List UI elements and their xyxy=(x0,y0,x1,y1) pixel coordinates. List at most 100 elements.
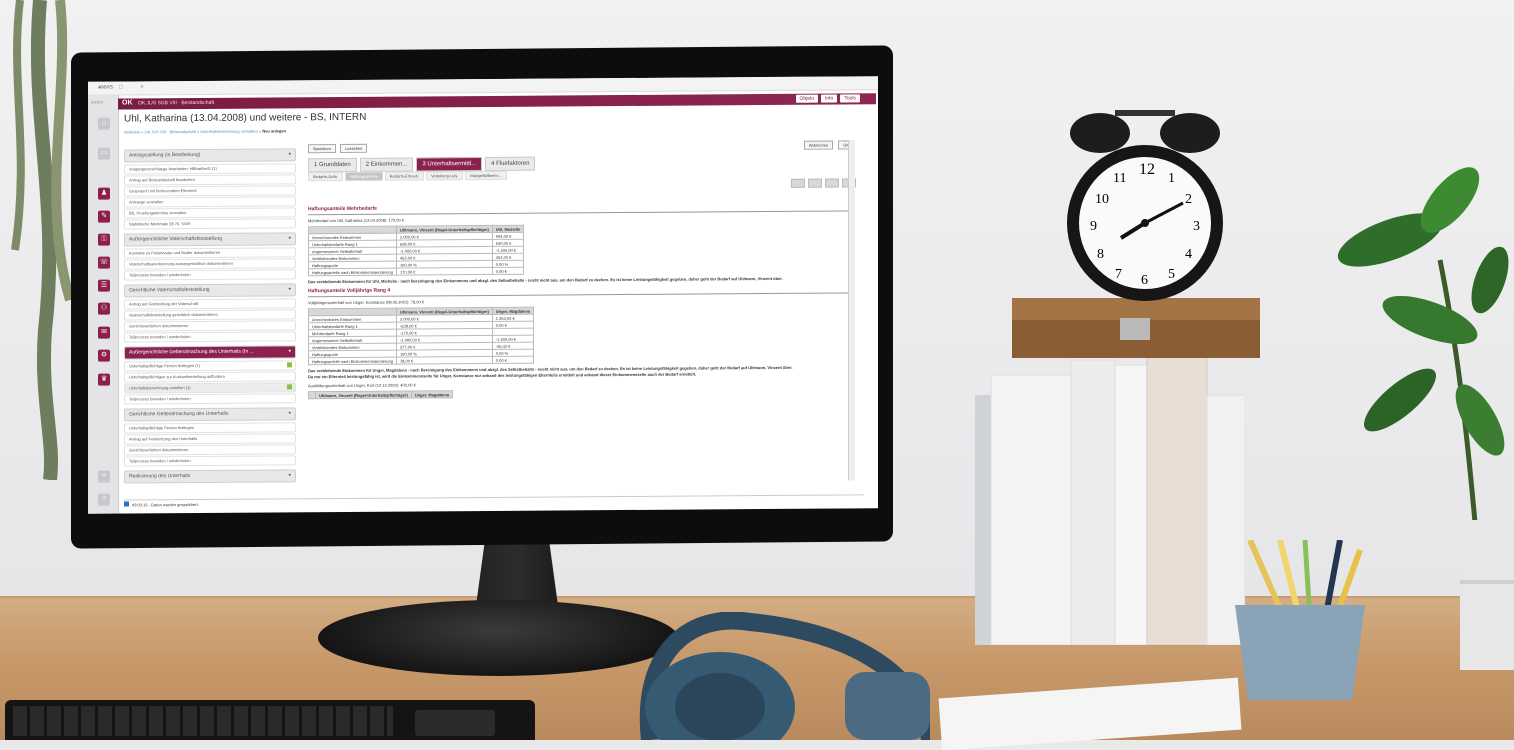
list-item[interactable]: Kontakte zu Putativvater und Mutter doku… xyxy=(124,247,296,259)
contacts-icon[interactable]: ☰ xyxy=(98,279,110,292)
export-icon[interactable] xyxy=(825,178,839,188)
chevron-down-icon: ▾ xyxy=(288,348,291,355)
top-buttons: Speichern Loeschen xyxy=(308,143,368,154)
section-title: Gerichtliche Geltendmachung des Unterhal… xyxy=(129,410,229,418)
breadcrumb-current: Neu anlegen xyxy=(262,128,287,134)
list-item[interactable]: Teilprozess beenden / wiederholen xyxy=(124,455,296,467)
monitor-screen: ANVIS – □ × ANVIS ⌂ ▭ ♟ ✎ ⚿ ☏ ☰ ⚇ ✉ ⚙ ♛ … xyxy=(88,76,878,514)
info-button[interactable]: Info xyxy=(820,94,838,103)
tab-unterhaltsermittlung[interactable]: 3 Unterhaltsermittl... xyxy=(416,157,483,172)
tab-einkommen[interactable]: 2 Einkommen... xyxy=(359,157,414,172)
breadcrumb[interactable]: Infoleiste » OK.JUS VIII · Beistandschaf… xyxy=(124,128,286,134)
left-rail: ANVIS ⌂ ▭ ♟ ✎ ⚿ ☏ ☰ ⚇ ✉ ⚙ ♛ ✧ ? xyxy=(88,95,119,514)
cell: 78,00 € xyxy=(396,356,493,365)
app-logo: OK xyxy=(122,99,133,107)
list-item[interactable]: BS, Pruefungstermine verwalten xyxy=(124,207,296,219)
phone-icon[interactable]: ☏ xyxy=(98,256,110,269)
tab-grunddaten[interactable]: 1 Grunddaten xyxy=(308,157,357,173)
vertical-scrollbar[interactable] xyxy=(848,140,855,481)
tools-button[interactable]: Tools xyxy=(840,94,860,103)
list-item[interactable]: Gerichtsverfahren dokumentieren xyxy=(124,320,296,332)
table-row: Haftungsanteile nach Einkommensaenderung… xyxy=(308,356,534,365)
subtab-verteilung[interactable]: Verteilung Leis. xyxy=(426,171,464,181)
list-item[interactable]: Antrag auf Beistandschaft bearbeiten xyxy=(124,174,296,186)
item-label: Vaterschaftsfeststellung gerichtlich dok… xyxy=(129,311,218,318)
book-stack xyxy=(975,355,1245,645)
list-item[interactable]: Antraege verwalten xyxy=(124,196,296,208)
list-item[interactable]: Teilprozess beenden / wiederholen xyxy=(124,331,296,343)
alarm-clock: 12 1 2 3 4 5 6 7 8 9 10 11 xyxy=(1067,110,1223,301)
list-item[interactable]: Unterhaltspflichtigen zur Auskunftsertei… xyxy=(124,371,296,383)
sub-tabs: Bedarfs-Ordn. Haftungsanteile Bedarfs-Er… xyxy=(308,170,507,182)
cell: 170,00 € xyxy=(396,267,493,276)
list-item[interactable]: Gerichtsverfahren dokumentieren xyxy=(124,444,296,456)
clock-numeral: 9 xyxy=(1090,219,1097,234)
clock-numeral: 11 xyxy=(1113,171,1126,186)
family-icon[interactable]: ⚇ xyxy=(98,302,110,315)
check-icon xyxy=(287,384,292,390)
toolbar-icons xyxy=(791,178,856,188)
item-label: Vaterschaftsanerkennung aussergerichtlic… xyxy=(129,260,233,267)
subtab-bedarfs-erhoeh[interactable]: Bedarfs-Erhoeh. xyxy=(384,171,425,181)
edit-icon[interactable]: ✎ xyxy=(98,210,110,223)
subtab-bedarfs-ordn[interactable]: Bedarfs-Ordn. xyxy=(308,171,344,182)
potted-plant xyxy=(1337,167,1509,580)
list-item[interactable]: Unterhaltspflichtige Person festlegen (1… xyxy=(124,360,296,372)
tab-fluefaktoren[interactable]: 4 Fluefaktoren xyxy=(485,156,536,171)
subtab-haftungsanteile[interactable]: Haftungsanteile xyxy=(345,171,383,181)
item-label: Gerichtsverfahren dokumentieren xyxy=(129,447,189,453)
doc-note: Das verbleibende Einkommen für Uhl, Mich… xyxy=(308,275,783,285)
person-icon[interactable]: ♟ xyxy=(98,187,110,200)
list-item[interactable]: Vorgangsvorschlaege bearbeiten: Hilfeart… xyxy=(124,163,296,175)
print-icon[interactable] xyxy=(791,178,805,188)
table-header xyxy=(308,391,316,399)
liability-table-1: Uhlmann, Vincent (Regel-Unterhaltspflich… xyxy=(308,225,524,277)
help-icon[interactable]: ? xyxy=(98,493,110,506)
delete-button[interactable]: Loeschen xyxy=(340,143,368,153)
section-title: Realisierung des Unterhalts xyxy=(129,473,191,480)
list-item[interactable]: Vaterschaftsanerkennung aussergerichtlic… xyxy=(124,258,296,270)
item-label: Antrag auf Feststellung der Vaterschaft xyxy=(129,300,199,307)
keyboard xyxy=(5,700,535,740)
clock-numeral: 10 xyxy=(1095,192,1109,207)
users-icon[interactable]: ♛ xyxy=(98,373,110,386)
section-gerichtliche-vaterschaft[interactable]: Gerichtliche Vaterschaftsfeststellung ▾ xyxy=(124,283,296,298)
copy-icon[interactable] xyxy=(808,178,822,188)
clock-numeral: 6 xyxy=(1141,273,1148,288)
doc-text: Ausbildungsunterhalt von Unger, Kurt (12… xyxy=(308,382,416,389)
breadcrumb-path[interactable]: Infoleiste » OK.JUS VIII · Beistandschaf… xyxy=(124,129,261,135)
check-icon xyxy=(287,362,292,368)
rail-logo: ANVIS xyxy=(91,99,104,105)
list-item[interactable]: Teilprozess beenden / wiederholen xyxy=(124,269,296,281)
save-button[interactable]: Speichern xyxy=(308,144,337,154)
section-title: Antragsstellung (in Bearbeitung) xyxy=(129,151,201,159)
list-item[interactable]: Antrag auf Festsetzung des Unterhalts xyxy=(124,433,296,445)
cancel-button[interactable]: Abbrechen xyxy=(803,140,834,150)
list-item[interactable]: Vaterschaftsfeststellung gerichtlich dok… xyxy=(124,309,296,321)
list-item[interactable]: Unterhaltspflichtige Person festlegen xyxy=(124,422,296,434)
status-text: 09:03:16 - Daten wurden gespeichert. xyxy=(132,501,199,508)
content-area: Speichern Loeschen Abbrechen OK 1 Grundd… xyxy=(308,140,868,494)
section-aussergerichtliche-vaterschaft[interactable]: Außergerichtliche Vaterschaftsfeststellu… xyxy=(124,232,296,247)
subtab-mangelfall[interactable]: Mangelfallberec... xyxy=(465,170,507,181)
lock-icon[interactable]: ⚿ xyxy=(98,233,110,246)
list-item[interactable]: Gespraech mit betreuendem Elternteil xyxy=(124,185,296,197)
tools-icon[interactable]: ✧ xyxy=(98,470,110,483)
item-label: Kontakte zu Putativvater und Mutter doku… xyxy=(129,249,221,256)
mail-icon[interactable]: ✉ xyxy=(98,326,110,339)
window-controls[interactable]: – □ × xyxy=(98,79,872,90)
section-aussergerichtliche-unterhalt[interactable]: Außergerichtliche Geltendmachung des Unt… xyxy=(124,345,296,360)
home-icon[interactable]: ⌂ xyxy=(98,117,110,130)
inbox-icon[interactable]: ▭ xyxy=(98,147,110,160)
item-label: Teilprozess beenden / wiederholen xyxy=(129,396,191,402)
list-item[interactable]: Unterhaltsberechnung erstellen (1) xyxy=(124,382,296,394)
objekt-button[interactable]: Objekt xyxy=(795,94,818,103)
section-realisierung[interactable]: Realisierung des Unterhalts ▾ xyxy=(124,469,296,484)
settings-icon[interactable]: ⚙ xyxy=(98,349,110,362)
section-antragsstellung[interactable]: Antragsstellung (in Bearbeitung) ▾ xyxy=(124,148,296,163)
list-item[interactable]: Teilprozess beenden / wiederholen xyxy=(124,393,296,405)
list-item[interactable]: Antrag auf Feststellung der Vaterschaft xyxy=(124,298,296,310)
section-gerichtliche-unterhalt[interactable]: Gerichtliche Geltendmachung des Unterhal… xyxy=(124,407,296,422)
list-item[interactable]: Statistische Merkmale §§ 76, 5/4/9 xyxy=(124,218,296,230)
keyboard-numpad xyxy=(415,710,495,736)
